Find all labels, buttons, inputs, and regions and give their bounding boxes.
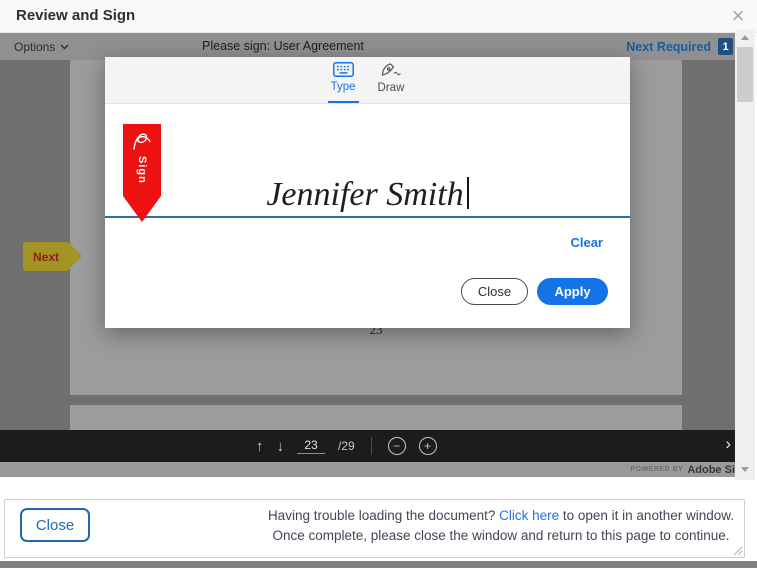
signature-close-button[interactable]: Close bbox=[461, 278, 528, 305]
signature-dialog: Type Draw Sign bbox=[105, 57, 630, 328]
toolbar-expand-chevron-icon[interactable]: › bbox=[725, 434, 731, 454]
close-icon[interactable]: × bbox=[727, 2, 749, 30]
scroll-down-icon[interactable] bbox=[741, 467, 749, 472]
review-and-sign-window: Review and Sign × Options Please sign: U… bbox=[0, 0, 757, 568]
signature-apply-button[interactable]: Apply bbox=[537, 278, 608, 305]
help-line2: Once complete, please close the window a… bbox=[272, 528, 729, 543]
tab-draw[interactable]: Draw bbox=[375, 56, 408, 103]
tab-draw-label: Draw bbox=[378, 82, 405, 94]
powered-by-label: POWERED BY bbox=[630, 466, 683, 473]
adobe-logo-icon bbox=[131, 130, 153, 154]
help-message: Having trouble loading the document? Cli… bbox=[268, 506, 734, 546]
tab-type-label: Type bbox=[331, 81, 356, 93]
next-tag-arrow bbox=[68, 242, 82, 270]
scrollbar-thumb[interactable] bbox=[737, 47, 753, 102]
resize-grip-icon[interactable] bbox=[732, 545, 743, 556]
powered-by-strip: POWERED BY Adobe Si bbox=[0, 462, 735, 477]
clear-link[interactable]: Clear bbox=[570, 235, 603, 250]
next-required-control[interactable]: Next Required 1 bbox=[626, 33, 733, 60]
next-required-label: Next Required bbox=[626, 40, 711, 54]
signature-tab-bar: Type Draw bbox=[105, 57, 630, 104]
zoom-in-icon[interactable]: + bbox=[419, 437, 437, 455]
chevron-down-icon bbox=[60, 44, 69, 50]
previous-page-icon[interactable]: ↑ bbox=[256, 439, 264, 454]
toolbar-divider bbox=[371, 437, 372, 455]
signature-input-area[interactable]: Sign Jennifer Smith bbox=[105, 104, 630, 218]
page-total-label: /29 bbox=[338, 439, 355, 453]
scroll-up-icon[interactable] bbox=[741, 35, 749, 40]
page-navigation: ↑ ↓ /29 − + bbox=[256, 430, 437, 462]
active-tab-underline bbox=[328, 101, 359, 103]
signature-value: Jennifer Smith bbox=[266, 176, 463, 213]
window-title: Review and Sign bbox=[16, 0, 135, 32]
vertical-scrollbar[interactable] bbox=[735, 30, 755, 480]
help-text-before: Having trouble loading the document? bbox=[268, 508, 499, 523]
page-number-input[interactable] bbox=[297, 438, 325, 454]
document-next-page bbox=[70, 405, 682, 430]
help-text-after: to open it in another window. bbox=[559, 508, 734, 523]
next-field-tag[interactable]: Next bbox=[23, 242, 69, 271]
sign-toolbar: Options Please sign: User Agreement Next… bbox=[0, 33, 735, 60]
window-title-bar: Review and Sign × bbox=[0, 0, 757, 33]
next-tag-label: Next bbox=[23, 242, 69, 271]
text-cursor bbox=[467, 177, 469, 209]
next-page-icon[interactable]: ↓ bbox=[277, 439, 285, 454]
typed-signature[interactable]: Jennifer Smith bbox=[105, 176, 630, 214]
viewer-bottom-toolbar: ↑ ↓ /29 − + › bbox=[0, 430, 735, 462]
next-required-count-badge: 1 bbox=[718, 38, 733, 55]
footer-close-button[interactable]: Close bbox=[20, 508, 90, 542]
tab-type[interactable]: Type bbox=[328, 56, 359, 103]
brand-name: Adobe Si bbox=[687, 464, 735, 476]
click-here-link[interactable]: Click here bbox=[499, 508, 559, 523]
keyboard-icon bbox=[333, 62, 354, 77]
signature-dialog-footer: Clear Close Apply bbox=[105, 218, 630, 324]
options-menu[interactable]: Options bbox=[14, 33, 69, 60]
pen-icon bbox=[380, 62, 402, 78]
zoom-out-icon[interactable]: − bbox=[388, 437, 406, 455]
host-page-footer: Close Having trouble loading the documen… bbox=[4, 499, 745, 558]
options-label: Options bbox=[14, 40, 55, 54]
window-bottom-edge bbox=[0, 561, 757, 568]
